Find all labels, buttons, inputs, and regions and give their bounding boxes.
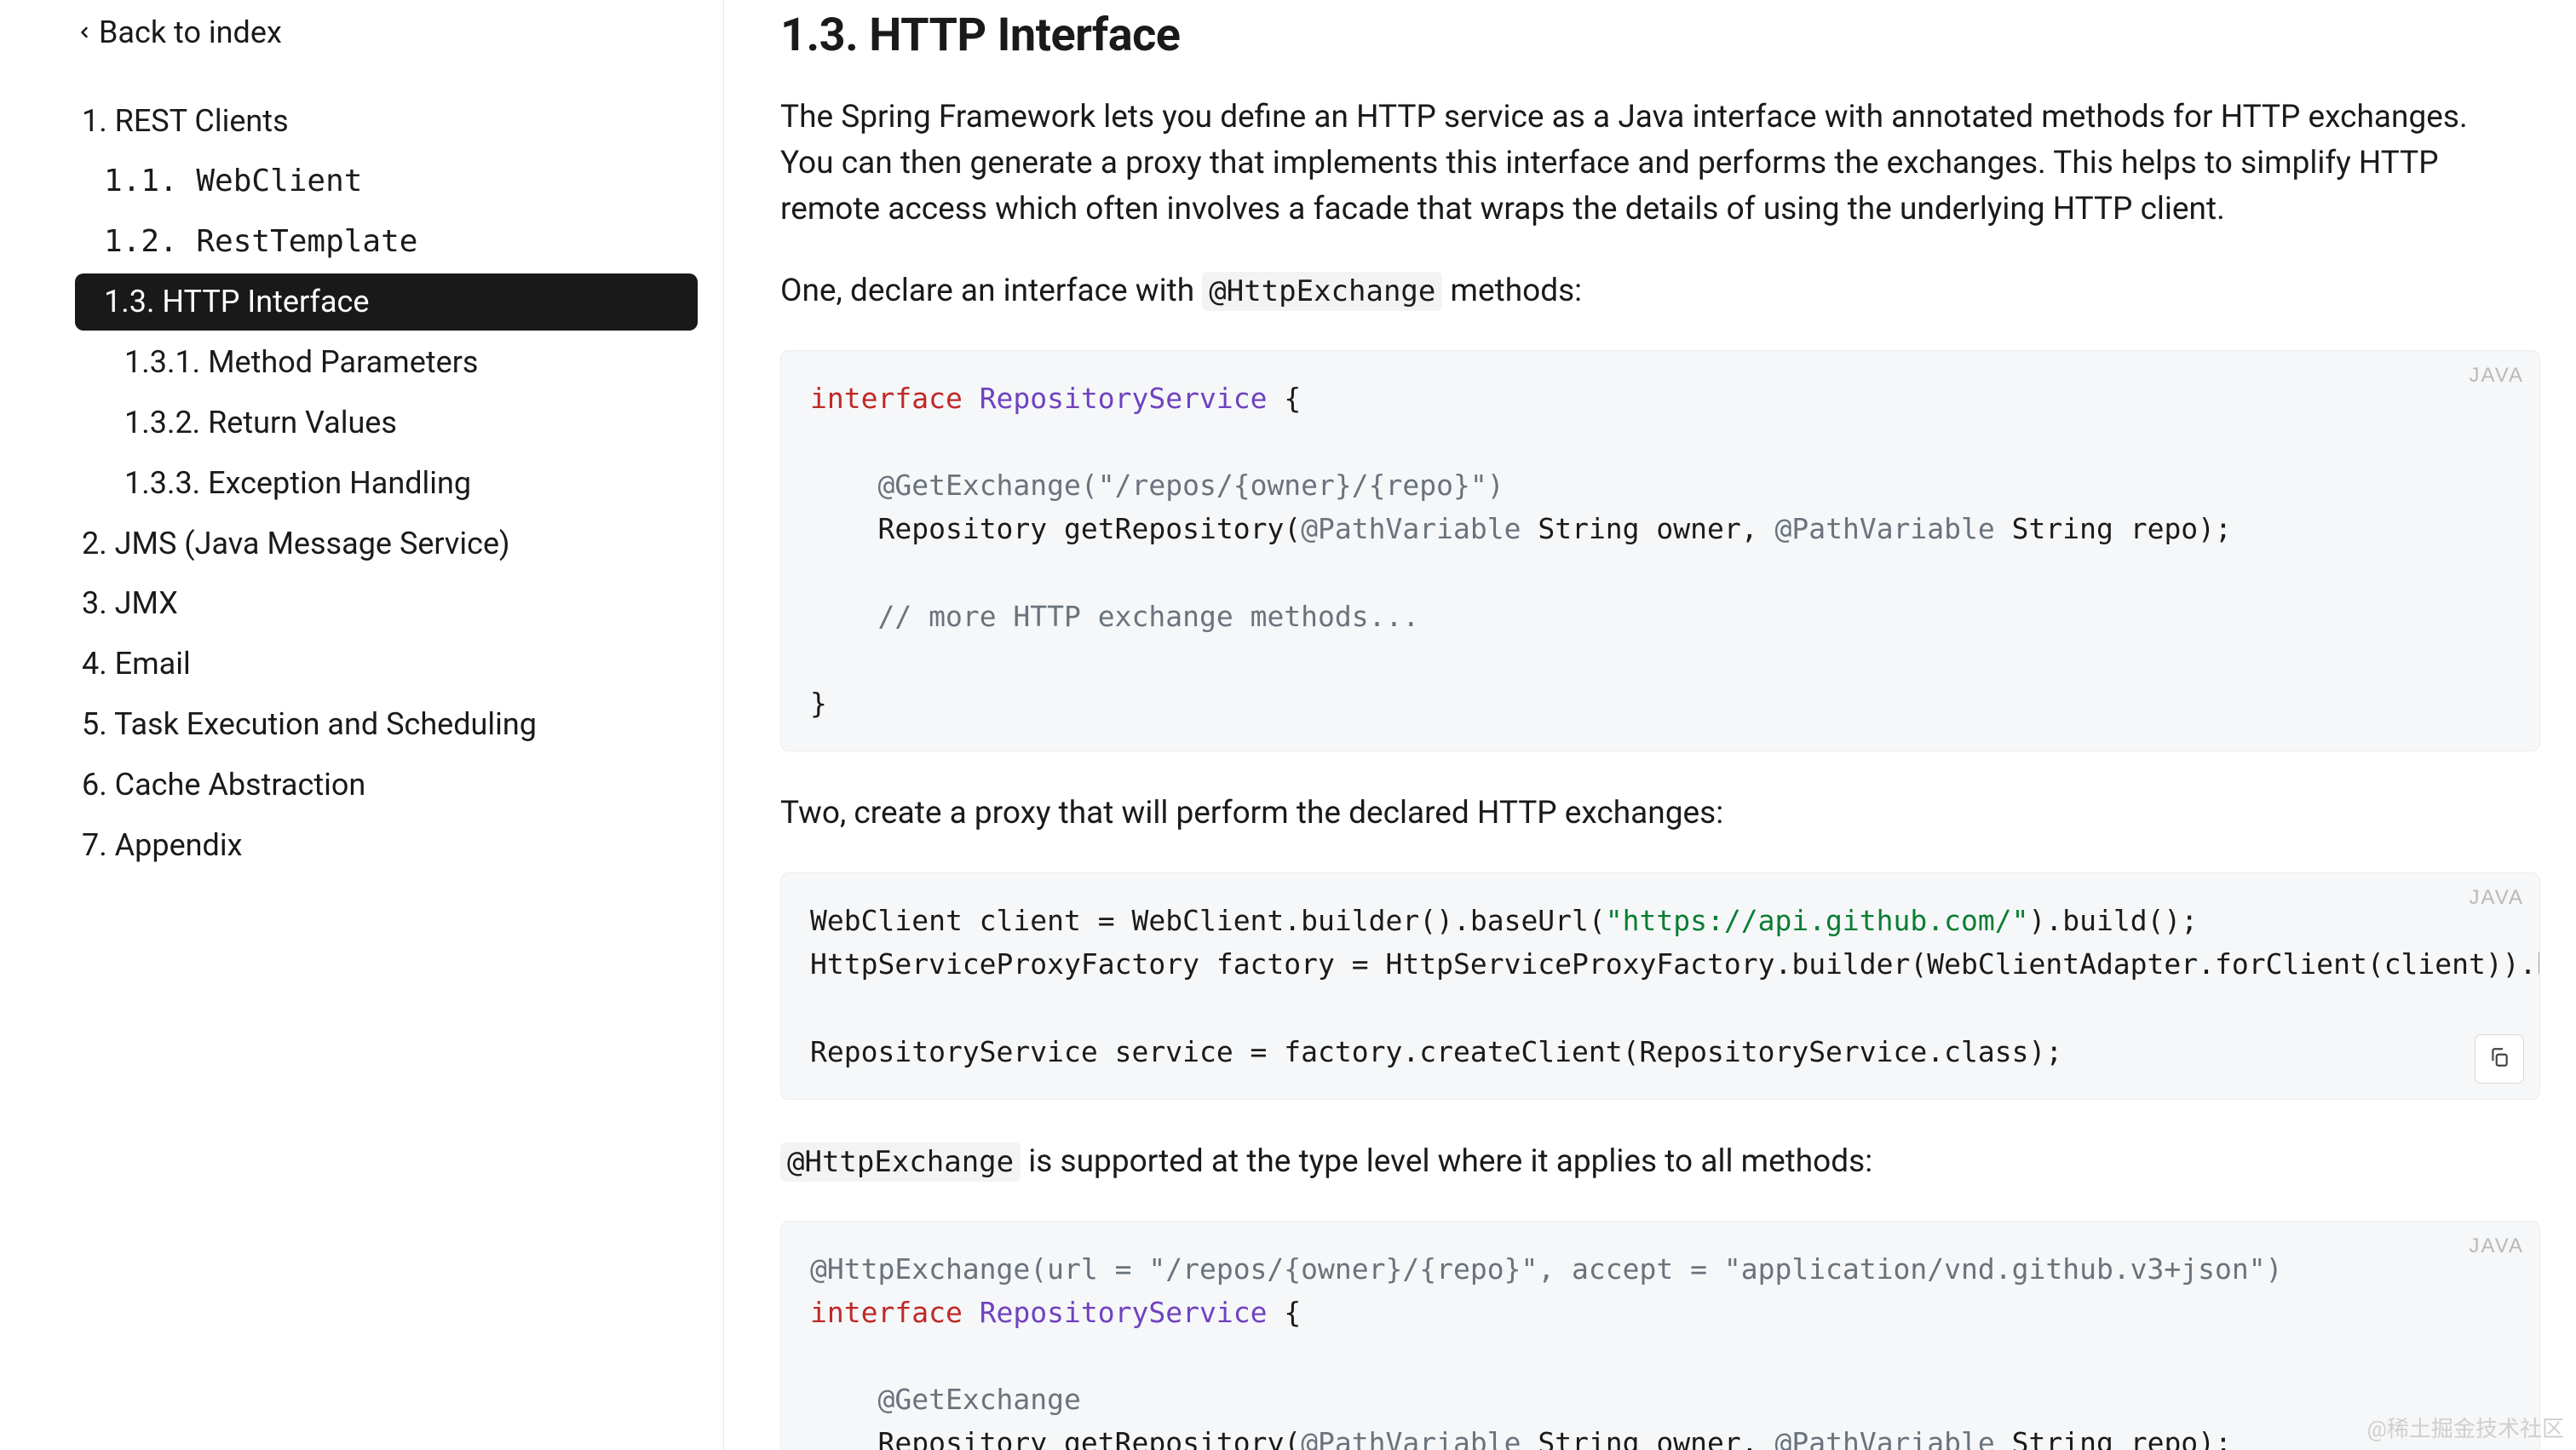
nav-item-8[interactable]: 3. JMX [75, 575, 698, 632]
main-content: 1.3. HTTP Interface The Spring Framework… [724, 0, 2576, 1450]
nav-item-9[interactable]: 4. Email [75, 636, 698, 693]
chevron-left-icon [75, 23, 94, 42]
http-exchange-inline-code: @HttpExchange [1202, 272, 1442, 311]
nav-item-12[interactable]: 7. Appendix [75, 817, 698, 874]
clipboard-icon [2488, 1037, 2510, 1080]
code-pre: WebClient client = WebClient.builder().b… [810, 899, 2510, 1073]
sidebar-nav: Back to index 1. REST Clients1.1. WebCli… [0, 0, 724, 1450]
code-block-type-level: JAVA @HttpExchange(url = "/repos/{owner}… [780, 1221, 2540, 1450]
step-one-pre: One, declare an interface with [780, 273, 1202, 309]
language-tag: JAVA [2470, 1230, 2524, 1262]
language-tag: JAVA [2470, 360, 2524, 391]
nav-item-0[interactable]: 1. REST Clients [75, 93, 698, 150]
nav-item-1[interactable]: 1.1. WebClient [75, 153, 698, 210]
nav-item-4[interactable]: 1.3.1. Method Parameters [75, 334, 698, 391]
code-block-create-proxy: JAVA WebClient client = WebClient.builde… [780, 872, 2540, 1100]
back-label: Back to index [99, 14, 282, 50]
nav-item-7[interactable]: 2. JMS (Java Message Service) [75, 515, 698, 573]
nav-item-6[interactable]: 1.3.3. Exception Handling [75, 455, 698, 512]
back-to-index-link[interactable]: Back to index [75, 13, 282, 89]
step-one-post: methods: [1442, 273, 1582, 309]
language-tag: JAVA [2470, 882, 2524, 913]
nav-item-3[interactable]: 1.3. HTTP Interface [75, 273, 698, 331]
step-one-paragraph: One, declare an interface with @HttpExch… [780, 268, 2484, 314]
http-exchange-inline-code-2: @HttpExchange [780, 1142, 1021, 1182]
code-block-declare-interface: JAVA interface RepositoryService { @GetE… [780, 350, 2540, 751]
nav-item-10[interactable]: 5. Task Execution and Scheduling [75, 696, 698, 753]
copy-button[interactable] [2475, 1034, 2524, 1084]
step-two-paragraph: Two, create a proxy that will perform th… [780, 791, 2484, 837]
nav-item-2[interactable]: 1.2. RestTemplate [75, 214, 698, 271]
code-pre: interface RepositoryService { @GetExchan… [810, 377, 2510, 725]
type-level-post: is supported at the type level where it … [1021, 1143, 1872, 1180]
intro-paragraph: The Spring Framework lets you define an … [780, 95, 2484, 233]
nav-list: 1. REST Clients1.1. WebClient1.2. RestTe… [75, 93, 723, 873]
nav-item-5[interactable]: 1.3.2. Return Values [75, 394, 698, 452]
code-pre: @HttpExchange(url = "/repos/{owner}/{rep… [810, 1247, 2510, 1450]
nav-item-11[interactable]: 6. Cache Abstraction [75, 757, 698, 814]
page-title: 1.3. HTTP Interface [780, 9, 2540, 62]
type-level-paragraph: @HttpExchange is supported at the type l… [780, 1139, 2484, 1185]
